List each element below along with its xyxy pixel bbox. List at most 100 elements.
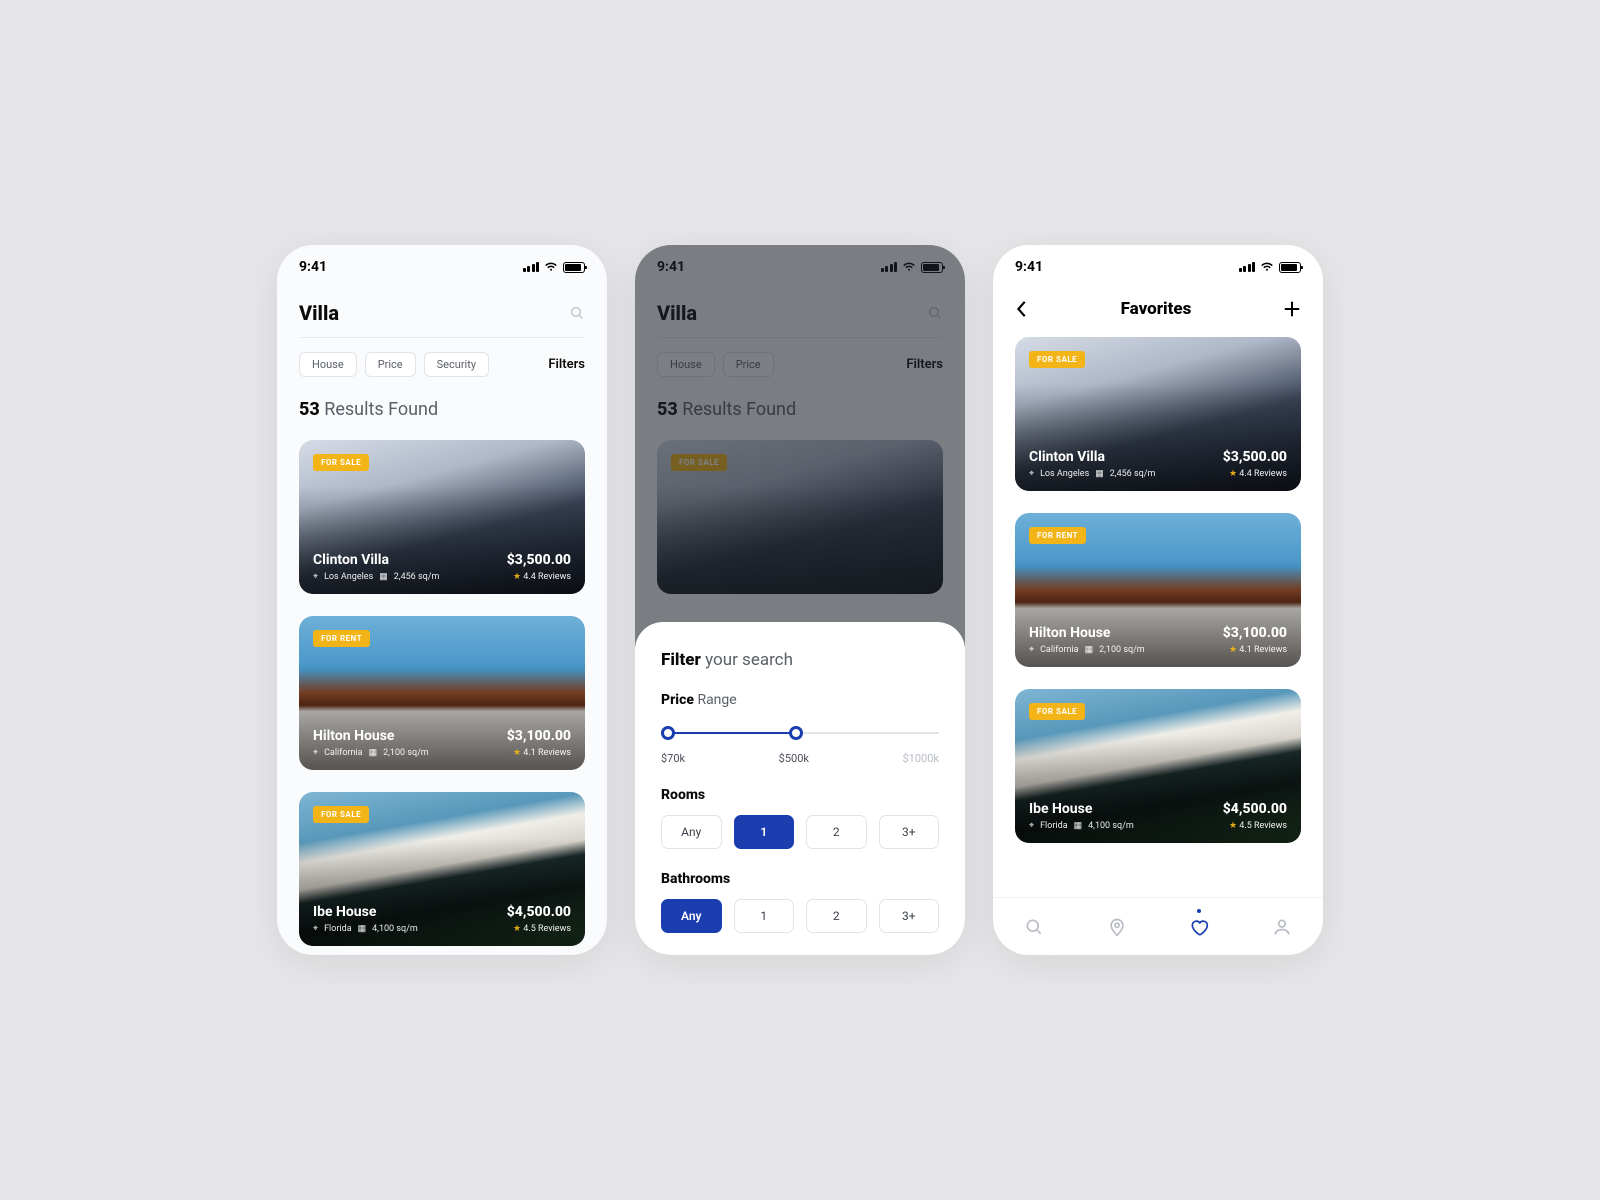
listing-card[interactable]: FOR SALE Ibe House ⌖Florida▦4,100 sq/m $… [299,792,585,946]
tab-profile[interactable] [1272,917,1292,937]
tab-search[interactable] [1024,917,1044,937]
tab-favorites[interactable] [1189,917,1209,937]
listing-price: $3,500.00 [507,552,571,568]
listing-meta: ⌖Los Angeles▦2,456 sq/m [1029,469,1155,479]
listing-meta: ⌖California▦2,100 sq/m [313,748,429,758]
chips-row: House Price Security Filters [299,352,585,377]
listing-name: Hilton House [1029,625,1145,641]
listing-price: $3,500.00 [1223,449,1287,465]
pin-icon: ⌖ [1029,645,1034,655]
room-opt-2[interactable]: 2 [806,815,867,849]
bathrooms-label: Bathrooms [661,871,939,887]
area-icon: ▦ [1085,645,1094,655]
status-time: 9:41 [1015,259,1043,275]
slider-handle-max[interactable] [789,726,803,740]
back-button[interactable] [1015,300,1029,318]
listing-rating: ★ 4.1 Reviews [507,748,571,758]
listing-rating: ★ 4.4 Reviews [1223,469,1287,479]
phone-search: 9:41 Villa House Price Security Filters … [277,245,607,955]
sheet-title: Filter your search [661,650,939,670]
star-icon: ★ [513,572,521,582]
star-icon: ★ [1229,469,1237,479]
status-bar: 9:41 [277,245,607,283]
bath-opt-2[interactable]: 2 [806,899,867,933]
room-opt-any[interactable]: Any [661,815,722,849]
star-icon: ★ [1229,645,1237,655]
pin-icon: ⌖ [1029,821,1034,831]
star-icon: ★ [1229,821,1237,831]
page-title: Favorites [1121,299,1192,319]
filter-sheet: Filter your search Price Range $70k $500… [635,622,965,955]
status-bar: 9:41 [993,245,1323,283]
slider-handle-min[interactable] [661,726,675,740]
area-icon: ▦ [1095,469,1104,479]
chip-price[interactable]: Price [365,352,416,377]
area-icon: ▦ [1074,821,1083,831]
area-icon: ▦ [369,748,378,758]
battery-icon [563,262,585,273]
listing-rating: ★ 4.5 Reviews [507,924,571,934]
listing-card[interactable]: FOR RENT Hilton House ⌖California▦2,100 s… [1015,513,1301,667]
listing-price: $4,500.00 [1223,801,1287,817]
bath-opt-1[interactable]: 1 [734,899,795,933]
chip-security[interactable]: Security [424,352,489,377]
pin-icon: ⌖ [313,924,318,934]
listing-meta: ⌖California▦2,100 sq/m [1029,645,1145,655]
area-icon: ▦ [358,924,367,934]
chip-house[interactable]: House [299,352,357,377]
price-range-labels: $70k $500k $1000k [661,752,939,765]
price-slider[interactable] [661,726,939,740]
results-list: FOR SALE Clinton Villa ⌖Los Angeles▦2,45… [299,440,585,946]
listing-tag: FOR RENT [1029,527,1086,544]
wifi-icon [1260,262,1274,272]
listing-rating: ★ 4.5 Reviews [1223,821,1287,831]
listing-price: $4,500.00 [507,904,571,920]
status-icons [1239,262,1302,273]
listing-card[interactable]: FOR RENT Hilton House ⌖California▦2,100 … [299,616,585,770]
room-opt-3plus[interactable]: 3+ [879,815,940,849]
listing-name: Hilton House [313,728,429,744]
status-time: 9:41 [299,259,327,275]
battery-icon [1279,262,1301,273]
rooms-label: Rooms [661,787,939,803]
price-label: Price Range [661,692,939,708]
tab-location[interactable] [1107,917,1127,937]
listing-tag: FOR SALE [1029,703,1085,720]
pin-icon: ⌖ [313,572,318,582]
star-icon: ★ [513,748,521,758]
pin-icon: ⌖ [1029,469,1034,479]
listing-rating: ★ 4.1 Reviews [1223,645,1287,655]
bath-opt-3plus[interactable]: 3+ [879,899,940,933]
wifi-icon [544,262,558,272]
favorites-list: FOR SALE Clinton Villa ⌖Los Angeles▦2,456… [993,319,1323,843]
results-count: 53 Results Found [299,399,585,420]
listing-name: Ibe House [1029,801,1134,817]
search-row: Villa [299,301,585,338]
listing-tag: FOR SALE [313,454,369,471]
rooms-options: Any 1 2 3+ [661,815,939,849]
listing-card[interactable]: FOR SALE Clinton Villa ⌖Los Angeles▦2,456… [1015,337,1301,491]
listing-meta: ⌖Florida▦4,100 sq/m [1029,821,1134,831]
bathroom-options: Any 1 2 3+ [661,899,939,933]
phone-favorites: 9:41 Favorites FOR SALE Clinton Villa ⌖Lo… [993,245,1323,955]
search-input[interactable]: Villa [299,301,339,325]
area-icon: ▦ [379,572,388,582]
pin-icon: ⌖ [313,748,318,758]
add-button[interactable] [1283,300,1301,318]
listing-name: Clinton Villa [313,552,439,568]
room-opt-1[interactable]: 1 [734,815,795,849]
listing-name: Clinton Villa [1029,449,1155,465]
listing-card[interactable]: FOR SALE Ibe House ⌖Florida▦4,100 sq/m $4… [1015,689,1301,843]
search-icon[interactable] [569,305,585,321]
filter-chips: House Price Security [299,352,489,377]
listing-tag: FOR RENT [313,630,370,647]
listing-rating: ★ 4.4 Reviews [507,572,571,582]
listing-price: $3,100.00 [507,728,571,744]
filters-link[interactable]: Filters [548,357,585,372]
listing-tag: FOR SALE [1029,351,1085,368]
phone-filter: 9:41 Villa House Price Filters 53 Result… [635,245,965,955]
favorites-header: Favorites [993,283,1323,319]
listing-card[interactable]: FOR SALE Clinton Villa ⌖Los Angeles▦2,45… [299,440,585,594]
listing-tag: FOR SALE [313,806,369,823]
bath-opt-any[interactable]: Any [661,899,722,933]
